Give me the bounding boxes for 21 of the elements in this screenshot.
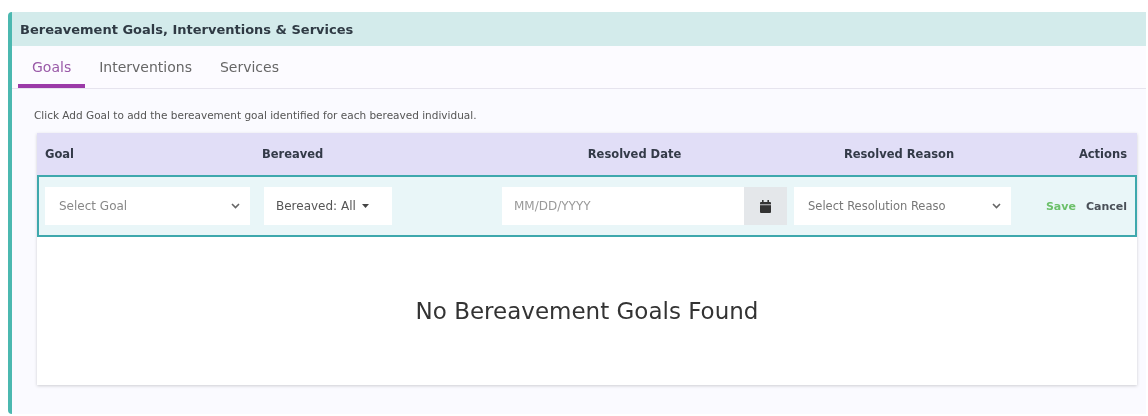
- reason-select[interactable]: Select Resolution Reaso: [794, 187, 1011, 225]
- chevron-down-icon: [231, 203, 240, 209]
- instruction-text: Click Add Goal to add the bereavement goal identified for each bereaved individual.: [33, 108, 478, 123]
- cancel-link[interactable]: Cancel: [1085, 199, 1127, 213]
- goal-select[interactable]: Select Goal: [45, 187, 250, 225]
- caret-down-icon: [361, 204, 369, 208]
- column-header: Resolved Date: [586, 147, 683, 161]
- empty-message: No Bereavement Goals Found: [415, 298, 759, 324]
- column-header: Bereaved: [262, 147, 325, 161]
- chevron-down-icon: [992, 203, 1001, 209]
- tab[interactable]: Interventions: [85, 51, 206, 88]
- column-header: Actions: [1077, 147, 1127, 161]
- column-header: Resolved Reason: [842, 147, 956, 161]
- column-header: Goal: [45, 147, 76, 161]
- date-field[interactable]: MM/DD/YYYY: [502, 187, 745, 225]
- bereaved-dropdown[interactable]: Bereaved: All: [264, 187, 392, 225]
- panel-title: Bereavement Goals, Interventions & Services: [12, 12, 1146, 46]
- tab[interactable]: Goals: [18, 51, 86, 88]
- calendar-button[interactable]: [744, 187, 787, 225]
- tab[interactable]: Services: [205, 51, 293, 88]
- calendar-icon: [760, 199, 772, 213]
